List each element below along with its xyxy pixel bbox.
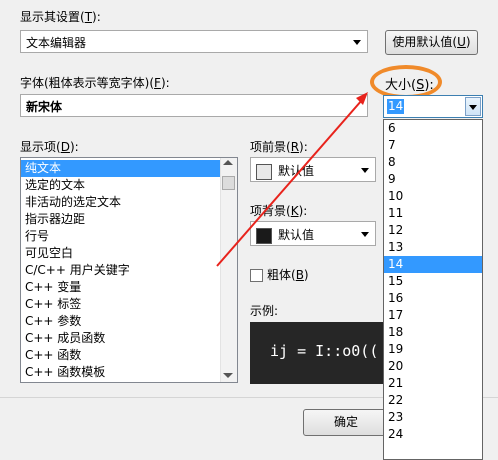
size-option[interactable]: 8	[384, 154, 482, 171]
size-option[interactable]: 19	[384, 341, 482, 358]
size-option[interactable]: 22	[384, 392, 482, 409]
size-option[interactable]: 6	[384, 120, 482, 137]
size-option[interactable]: 14	[384, 256, 482, 273]
size-option[interactable]: 18	[384, 324, 482, 341]
size-option[interactable]: 15	[384, 273, 482, 290]
size-option[interactable]: 21	[384, 375, 482, 392]
size-option[interactable]: 9	[384, 171, 482, 188]
size-option[interactable]: 20	[384, 358, 482, 375]
size-options-list[interactable]: 6 7 8 9 10 11 12 13 14 15 16 17 18 19 20 21 22 23 24	[383, 119, 483, 460]
size-option[interactable]: 11	[384, 205, 482, 222]
size-option[interactable]: 24	[384, 426, 482, 443]
size-option[interactable]: 7	[384, 137, 482, 154]
size-option[interactable]: 13	[384, 239, 482, 256]
size-option[interactable]: 23	[384, 409, 482, 426]
size-option[interactable]: 12	[384, 222, 482, 239]
size-option[interactable]: 10	[384, 188, 482, 205]
size-option[interactable]: 17	[384, 307, 482, 324]
size-option[interactable]: 16	[384, 290, 482, 307]
